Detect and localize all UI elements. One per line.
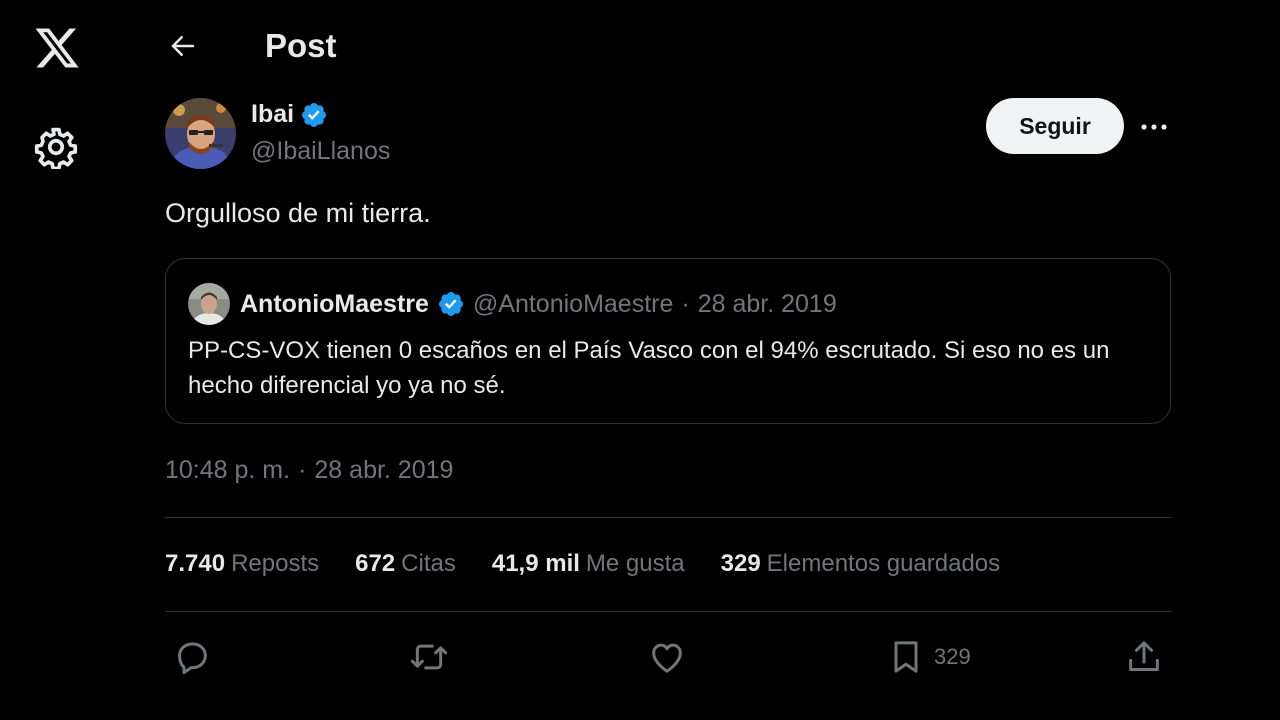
bookmark-icon (894, 641, 918, 673)
like-button[interactable] (647, 634, 687, 680)
stat-likes[interactable]: 41,9 mil Me gusta (492, 550, 685, 578)
x-logo-icon[interactable] (33, 26, 81, 72)
share-icon (1129, 641, 1159, 671)
author-display-name: Ibai (251, 100, 295, 128)
author-name[interactable]: Ibai (251, 100, 328, 129)
verified-badge-icon (438, 292, 463, 316)
quoted-avatar[interactable] (188, 283, 230, 325)
back-button[interactable] (163, 26, 203, 66)
quoted-separator: · (681, 289, 690, 318)
stat-label: Elementos guardados (766, 550, 1001, 577)
stat-value: 41,9 mil (491, 550, 580, 577)
action-bar: 329 (0, 634, 1280, 680)
author-handle[interactable]: @IbaiLlanos (251, 137, 390, 166)
stat-reposts[interactable]: 7.740 Reposts (165, 550, 319, 578)
stat-bookmarks[interactable]: 329 Elementos guardados (721, 550, 1001, 578)
share-button[interactable] (1124, 634, 1164, 680)
stat-value: 7.740 (165, 550, 226, 577)
repost-icon (410, 644, 448, 670)
follow-button[interactable]: Seguir (986, 98, 1124, 154)
stat-label: Me gusta (585, 550, 685, 577)
engagement-stats: 7.740 Reposts 672 Citas 41,9 mil Me gusta 3… (165, 550, 1000, 578)
stat-label: Reposts (231, 550, 320, 577)
bookmark-button[interactable]: 329 (886, 634, 971, 680)
quoted-tweet-text: PP-CS-VOX tienen 0 escaños en el País Va… (188, 337, 1110, 399)
divider (165, 611, 1172, 612)
reply-icon (178, 642, 207, 675)
repost-button[interactable] (409, 634, 449, 680)
post-page: Post Ibai @IbaiLlanos Seguir Orgulloso d… (0, 0, 1280, 720)
quoted-author-handle: @AntonioMaestre (472, 289, 674, 318)
quoted-author-name: AntonioMaestre (240, 289, 429, 318)
avatar[interactable] (165, 98, 236, 169)
post-timestamp: 10:48 p. m. · 28 abr. 2019 (165, 456, 453, 485)
timestamp-time[interactable]: 10:48 p. m. (165, 456, 290, 485)
gear-icon[interactable] (34, 125, 78, 169)
timestamp-date[interactable]: 28 abr. 2019 (314, 456, 453, 485)
reply-button[interactable] (172, 634, 212, 680)
ellipsis-icon (1141, 124, 1167, 130)
divider (165, 517, 1172, 518)
heart-icon (652, 643, 682, 673)
bookmark-count: 329 (934, 644, 971, 669)
quoted-tweet-header: AntonioMaestre @AntonioMaestre · 28 abr.… (188, 283, 837, 325)
stat-value: 672 (355, 550, 396, 577)
stat-quotes[interactable]: 672 Citas (355, 550, 456, 578)
stat-label: Citas (401, 550, 456, 577)
verified-badge-icon (302, 102, 327, 127)
more-options-button[interactable] (1136, 110, 1172, 144)
quoted-date: 28 abr. 2019 (697, 289, 837, 318)
left-rail (0, 0, 112, 720)
quoted-tweet[interactable]: AntonioMaestre @AntonioMaestre · 28 abr.… (165, 258, 1171, 424)
timestamp-separator: · (298, 456, 307, 484)
tweet-text: Orgulloso de mi tierra. (165, 198, 431, 228)
stat-value: 329 (720, 550, 761, 577)
page-title: Post (265, 27, 337, 64)
arrow-left-icon (171, 36, 195, 56)
